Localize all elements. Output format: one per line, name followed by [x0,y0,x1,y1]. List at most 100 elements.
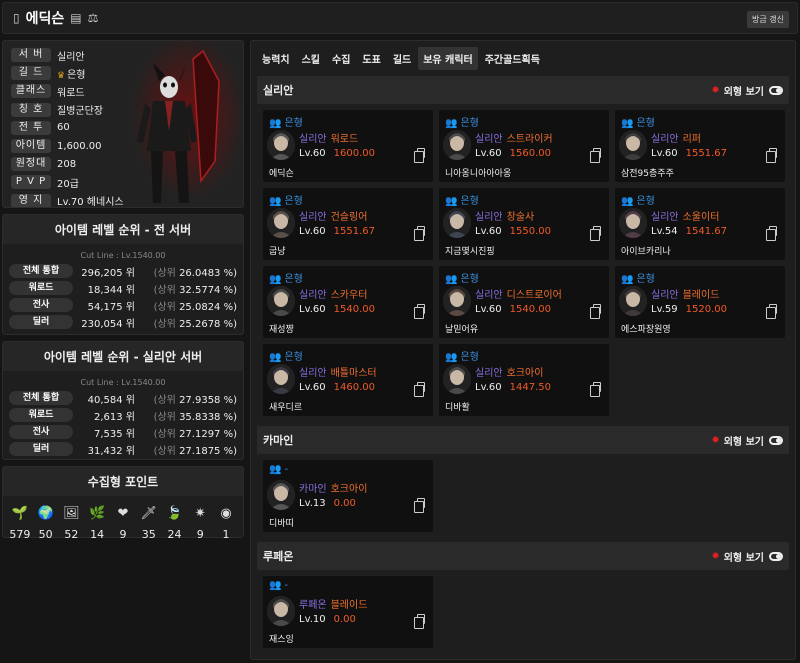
character-card[interactable]: 👥 은형 실리안 스카우터 Lv.60 1540.00 재성쨩 [263,266,433,338]
guild-name: 👥 은형 [445,118,479,129]
toggle-icon[interactable] [769,85,783,95]
character-avatar-icon [267,130,295,160]
collect-item[interactable]: ✷ 9 [188,504,212,541]
character-card[interactable]: 👥 은형 실리안 리퍼 Lv.60 1551.67 삼전95층주주 [615,110,785,182]
refresh-button[interactable]: 방금 갱신 [747,11,789,28]
rank-all-panel: 아이템 레벨 순위 - 전 서버 Cut Line : Lv.1540.00 전… [2,214,244,335]
character-item-level: 1520.00 [685,304,727,315]
copy-icon[interactable] [590,226,601,241]
character-card[interactable]: 👥 은형 실리안 호크아이 Lv.60 1447.50 디바활 [439,344,609,416]
collect-item[interactable]: 🌍 50 [34,504,58,541]
character-card[interactable]: 👥 - 루페온 블레이드 Lv.10 0.00 재스잉 [263,576,433,648]
tab-1[interactable]: 능력치 [257,47,295,70]
character-name: 에딕슨 [269,169,294,179]
people-icon: 👥 [445,118,458,129]
character-avatar [443,208,471,238]
copy-icon[interactable] [766,148,777,163]
copy-icon[interactable] [414,382,425,397]
character-avatar [443,286,471,316]
toggle-icon[interactable] [769,435,783,445]
profile-row: 칭 호 질병군단장 [11,102,103,118]
collect-item[interactable]: 🌱 579 [8,504,32,541]
guild-name: 👥 은형 [621,274,655,285]
collect-item[interactable]: 🌿 14 [85,504,109,541]
character-avatar [267,286,295,316]
left-column: 서 버 실리안 길 드 ♛ 은형 클래스 워로드 칭 호 질병군단장 전 투 60 아이템 1,600.… [2,40,244,541]
look-toggle[interactable]: ✹ 외형 보기 [711,433,783,448]
character-grid: 👥 은형 실리안 워로드 Lv.60 1600.00 에딕슨 👥 은형 실리안 스트라이커 Lv.… [251,104,795,420]
character-card[interactable]: 👥 - 카마인 호크아이 Lv.13 0.00 디바띠 [263,460,433,532]
character-class: 블레이드 [682,290,720,301]
copy-icon[interactable] [414,498,425,513]
tab-6[interactable]: 보유 캐릭터 [418,47,478,70]
rank-row: 전체 통합 296,205 위 (상위 26.0483 %) [3,263,243,279]
rank-row: 워로드 2,613 위 (상위 35.8338 %) [3,407,243,423]
character-level: Lv.60 1540.00 [299,304,375,315]
collect-item[interactable]: 🗡 35 [137,504,161,541]
rank-category: 전체 통합 [9,264,73,278]
tab-5[interactable]: 길드 [387,47,417,70]
copy-icon[interactable] [766,226,777,241]
rank-row: 전체 통합 40,584 위 (상위 27.9358 %) [3,390,243,406]
character-avatar-icon [267,364,295,394]
copy-icon[interactable] [414,614,425,629]
rank-all-cutline: Cut Line : Lv.1540.00 [80,251,166,260]
character-server: 실리안 창술사 [475,212,535,223]
character-card[interactable]: 👥 은형 실리안 소울이터 Lv.54 1541.67 아이브카리나 [615,188,785,260]
character-item-level: 1540.00 [509,304,551,315]
collect-item[interactable]: ◉ 1 [214,504,238,541]
server-section-header: 루페온 ✹ 외형 보기 [257,542,789,570]
guild-name: 👥 은형 [269,118,303,129]
rank-row: 딜러 230,054 위 (상위 25.2678 %) [3,314,243,330]
character-card[interactable]: 👥 은형 실리안 워로드 Lv.60 1600.00 에딕슨 [263,110,433,182]
collect-item[interactable]: ❤ 9 [111,504,135,541]
tab-3[interactable]: 수집 [327,47,356,70]
collect-title: 수집형 포인트 [3,467,243,496]
collect-item[interactable]: 🍃 24 [162,504,186,541]
copy-icon[interactable] [414,226,425,241]
profile-value: ♛ 은형 [57,69,86,81]
character-class: 호크아이 [506,368,544,379]
profile-key: 서 버 [11,48,51,62]
tab-4[interactable]: 도표 [357,47,386,70]
character-avatar [267,480,295,510]
character-avatar-icon [267,596,295,626]
profile-key: 길 드 [11,66,51,81]
rank-percent: (상위 27.1297 %) [135,425,237,440]
character-level: Lv.13 0.00 [299,498,356,509]
server-name: 실리안 [263,84,294,97]
copy-icon[interactable] [590,304,601,319]
character-card[interactable]: 👥 은형 실리안 건슬링어 Lv.60 1551.67 굽냥 [263,188,433,260]
tab-7[interactable]: 주간골드획득 [479,47,545,70]
tab-2[interactable]: 스킬 [296,47,326,70]
copy-icon[interactable] [414,148,425,163]
profile-value: Lv.70 헤네시스 [57,197,124,208]
leaf-icon: 🍃 [166,506,183,521]
guild-name: 👥 은형 [445,274,479,285]
character-card[interactable]: 👥 은형 실리안 블레이드 Lv.59 1520.00 에스파장원영 [615,266,785,338]
rank-percent: (상위 27.1875 %) [135,442,237,457]
character-card[interactable]: 👥 은형 실리안 디스트로이어 Lv.60 1540.00 날믿어유 [439,266,609,338]
character-card[interactable]: 👥 은형 실리안 배틀마스터 Lv.60 1460.00 새우디르 [263,344,433,416]
copy-icon[interactable] [766,304,777,319]
rank-percent-label: (상위 [153,411,180,423]
character-avatar-icon [443,130,471,160]
look-toggle[interactable]: ✹ 외형 보기 [711,83,783,98]
burst-icon: ✹ [711,550,720,562]
look-label: 외형 보기 [723,436,764,448]
id-card-icon[interactable]: ▤ [70,11,81,25]
character-card[interactable]: 👥 은형 실리안 창술사 Lv.60 1550.00 지금몇시진핑 [439,188,609,260]
collect-item[interactable]: 🖼 52 [59,504,83,541]
copy-icon[interactable] [414,304,425,319]
look-toggle[interactable]: ✹ 외형 보기 [711,549,783,564]
rank-server-cutline: Cut Line : Lv.1540.00 [80,378,166,387]
toggle-icon[interactable] [769,551,783,561]
copy-icon[interactable] [590,382,601,397]
character-name: 새우디르 [269,403,303,413]
copy-icon[interactable] [590,148,601,163]
burst-icon: ✹ [711,434,720,446]
character-item-level: 1560.00 [509,148,551,159]
scale-icon[interactable]: ⚖ [88,11,99,25]
character-card[interactable]: 👥 은형 실리안 스트라이커 Lv.60 1560.00 니아옹니아아아옹 [439,110,609,182]
bookmark-icon[interactable]: ▯ [13,11,20,25]
